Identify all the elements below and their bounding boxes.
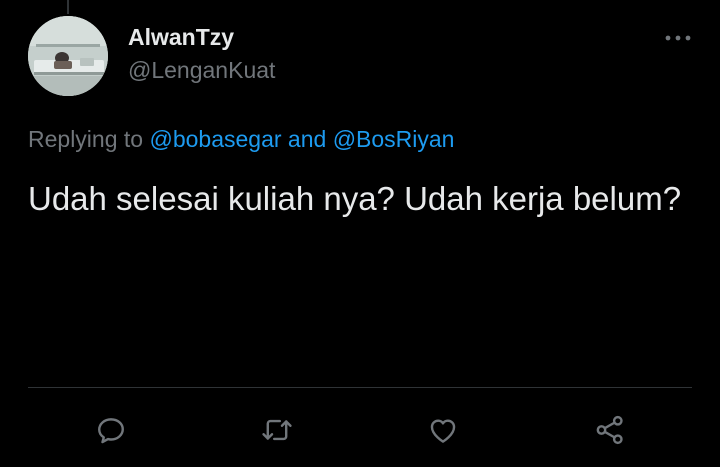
retweet-button[interactable]	[255, 408, 299, 452]
retweet-icon	[262, 419, 292, 441]
divider	[28, 387, 692, 388]
more-options-button[interactable]	[660, 20, 696, 56]
avatar[interactable]	[28, 16, 108, 96]
share-icon	[596, 415, 623, 445]
mention-link-bosriyan[interactable]: @BosRiyan	[333, 126, 455, 152]
mention-link-bobasegar[interactable]: @bobasegar	[149, 126, 281, 152]
heart-icon	[430, 419, 456, 443]
display-name[interactable]: AlwanTzy	[128, 24, 234, 51]
mention-joiner: and	[281, 126, 333, 152]
tweet-text: Udah selesai kuliah nya? Udah kerja belu…	[28, 180, 682, 217]
reply-button[interactable]	[89, 408, 133, 452]
reply-icon	[98, 418, 124, 444]
replying-to-line: Replying to @bobasegar and @BosRiyan	[28, 126, 454, 153]
share-button[interactable]	[588, 408, 632, 452]
avatar-image	[28, 16, 108, 96]
thread-connector-line	[67, 0, 69, 14]
tweet-card[interactable]: AlwanTzy @LenganKuat Replying to @bobase…	[0, 0, 720, 467]
user-handle[interactable]: @LenganKuat	[128, 57, 275, 84]
like-button[interactable]	[421, 408, 465, 452]
more-dots-icon	[665, 35, 691, 41]
replying-to-label: Replying to	[28, 126, 150, 152]
